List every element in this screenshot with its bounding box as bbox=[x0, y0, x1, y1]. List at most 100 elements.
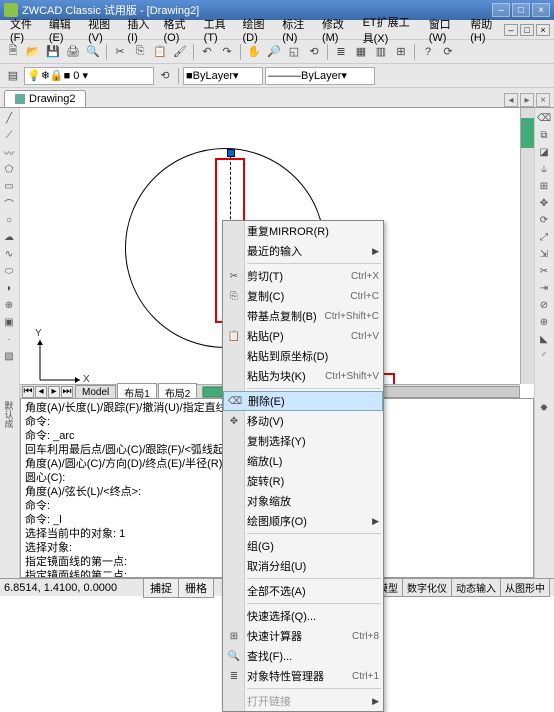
toolpal-icon[interactable]: ▥ bbox=[372, 43, 390, 61]
doc-close-button[interactable]: × bbox=[536, 24, 550, 36]
zoom-win-icon[interactable]: ◱ bbox=[285, 43, 303, 61]
pan-icon[interactable]: ✋ bbox=[245, 43, 263, 61]
erase-icon[interactable]: ⌫ bbox=[536, 110, 552, 126]
tab-right-icon[interactable]: ▸ bbox=[520, 93, 534, 107]
new-icon[interactable]: 🗎 bbox=[4, 43, 22, 61]
paste-icon[interactable]: 📋 bbox=[151, 43, 169, 61]
layer-dropdown[interactable]: 💡❄🔒■ 0 ▾ bbox=[24, 67, 154, 85]
doc-minimize-button[interactable]: – bbox=[504, 24, 518, 36]
menu-format[interactable]: 格式(O) bbox=[157, 14, 197, 46]
context-item[interactable]: 🔍查找(F)... bbox=[223, 646, 383, 666]
break-icon[interactable]: ⊘ bbox=[536, 297, 552, 313]
layout-tab[interactable]: 布局1 bbox=[117, 383, 157, 399]
model-tab[interactable]: Model bbox=[75, 385, 116, 399]
menu-help[interactable]: 帮助(H) bbox=[464, 14, 504, 46]
chamfer-icon[interactable]: ◣ bbox=[536, 331, 552, 347]
trim-icon[interactable]: ✂ bbox=[536, 263, 552, 279]
tablet-toggle[interactable]: 数字化仪 bbox=[402, 578, 452, 597]
rotate-icon[interactable]: ⟳ bbox=[536, 212, 552, 228]
snap-toggle[interactable]: 捕捉 bbox=[143, 578, 179, 598]
undo-icon[interactable]: ↶ bbox=[198, 43, 216, 61]
zoom-rt-icon[interactable]: 🔎 bbox=[265, 43, 283, 61]
fillet-icon[interactable]: ◜ bbox=[536, 348, 552, 364]
tab-left-icon[interactable]: ◂ bbox=[504, 93, 518, 107]
linetype-dropdown[interactable]: ——— ByLayer ▾ bbox=[265, 67, 375, 85]
context-item[interactable]: 取消分组(U) bbox=[223, 556, 383, 576]
context-item[interactable]: 带基点复制(B)Ctrl+Shift+C bbox=[223, 306, 383, 326]
extract-toggle[interactable]: 从图形中 bbox=[500, 578, 550, 597]
xline-icon[interactable]: ⟋ bbox=[1, 127, 17, 143]
move-icon[interactable]: ✥ bbox=[536, 195, 552, 211]
context-item[interactable]: 快速选择(Q)... bbox=[223, 606, 383, 626]
first-tab-icon[interactable]: ⏮ bbox=[22, 386, 34, 398]
context-item[interactable]: ≣对象特性管理器Ctrl+1 bbox=[223, 666, 383, 686]
grip-point[interactable] bbox=[227, 149, 235, 157]
context-item[interactable]: 绘图顺序(O)▶ bbox=[223, 511, 383, 531]
ellipsearc-icon[interactable]: ◗ bbox=[1, 280, 17, 296]
props-icon[interactable]: ≣ bbox=[332, 43, 350, 61]
match-icon[interactable]: 🖌 bbox=[171, 43, 189, 61]
help-icon[interactable]: ? bbox=[419, 43, 437, 61]
close-button[interactable]: × bbox=[532, 3, 550, 17]
scale-icon[interactable]: ⤢ bbox=[536, 229, 552, 245]
copyobj-icon[interactable]: ⧉ bbox=[536, 127, 552, 143]
cut-icon[interactable]: ✂ bbox=[111, 43, 129, 61]
revcloud-icon[interactable]: ☁ bbox=[1, 229, 17, 245]
ref-icon[interactable]: ⟳ bbox=[439, 43, 457, 61]
scroll-thumb[interactable] bbox=[521, 118, 534, 148]
context-item[interactable]: ✂剪切(T)Ctrl+X bbox=[223, 266, 383, 286]
menu-edit[interactable]: 编辑(E) bbox=[43, 14, 82, 46]
designcenter-icon[interactable]: ▦ bbox=[352, 43, 370, 61]
context-item[interactable]: 最近的输入▶ bbox=[223, 241, 383, 261]
context-item[interactable]: 旋转(R) bbox=[223, 471, 383, 491]
line-icon[interactable]: ╱ bbox=[1, 110, 17, 126]
redo-icon[interactable]: ↷ bbox=[218, 43, 236, 61]
calc-icon[interactable]: ⊞ bbox=[392, 43, 410, 61]
save-icon[interactable]: 💾 bbox=[44, 43, 62, 61]
rect-icon[interactable]: ▭ bbox=[1, 178, 17, 194]
context-item[interactable]: 重复MIRROR(R) bbox=[223, 221, 383, 241]
menu-dim[interactable]: 标注(N) bbox=[276, 14, 316, 46]
insert-icon[interactable]: ⊕ bbox=[1, 297, 17, 313]
context-item[interactable]: ⎘复制(C)Ctrl+C bbox=[223, 286, 383, 306]
context-item[interactable]: 对象缩放 bbox=[223, 491, 383, 511]
menu-tools[interactable]: 工具(T) bbox=[198, 14, 237, 46]
spline-icon[interactable]: ∿ bbox=[1, 246, 17, 262]
point-icon[interactable]: · bbox=[1, 331, 17, 347]
open-icon[interactable]: 📂 bbox=[24, 43, 42, 61]
block-icon[interactable]: ▣ bbox=[1, 314, 17, 330]
context-item[interactable]: 组(G) bbox=[223, 536, 383, 556]
doc-restore-button[interactable]: □ bbox=[520, 24, 534, 36]
hatch-icon[interactable]: ▨ bbox=[1, 348, 17, 364]
color-dropdown[interactable]: ■ ByLayer ▾ bbox=[183, 67, 263, 85]
menu-draw[interactable]: 绘图(D) bbox=[236, 14, 276, 46]
preview-icon[interactable]: 🔍 bbox=[84, 43, 102, 61]
pline-icon[interactable]: 〰 bbox=[1, 144, 17, 160]
ellipse-icon[interactable]: ⬭ bbox=[1, 263, 17, 279]
context-item[interactable]: ⊞快速计算器Ctrl+8 bbox=[223, 626, 383, 646]
menu-file[interactable]: 文件(F) bbox=[4, 14, 43, 46]
grid-toggle[interactable]: 栅格 bbox=[178, 578, 214, 598]
last-tab-icon[interactable]: ⏭ bbox=[61, 386, 73, 398]
layer-prev-icon[interactable]: ⟲ bbox=[156, 67, 174, 85]
offset-icon[interactable]: ⫝ bbox=[536, 161, 552, 177]
explode-icon[interactable]: ✸ bbox=[536, 400, 552, 416]
array-icon[interactable]: ⊞ bbox=[536, 178, 552, 194]
doc-tab-active[interactable]: Drawing2 bbox=[4, 90, 86, 107]
menu-window[interactable]: 窗口(W) bbox=[423, 14, 465, 46]
context-item[interactable]: 复制选择(Y) bbox=[223, 431, 383, 451]
context-item[interactable]: ⌫删除(E) bbox=[223, 391, 383, 411]
dyn-toggle[interactable]: 动态输入 bbox=[451, 578, 501, 597]
layout-tab[interactable]: 布局2 bbox=[158, 383, 198, 399]
menu-insert[interactable]: 插入(I) bbox=[121, 14, 157, 46]
arc-icon[interactable]: ⌒ bbox=[1, 195, 17, 211]
mtext-icon[interactable]: 默认成 bbox=[1, 400, 17, 429]
context-item[interactable]: 粘贴为块(K)Ctrl+Shift+V bbox=[223, 366, 383, 386]
vertical-scrollbar[interactable] bbox=[520, 108, 534, 384]
mirror-icon[interactable]: ◪ bbox=[536, 144, 552, 160]
context-item[interactable]: 粘贴到原坐标(D) bbox=[223, 346, 383, 366]
menu-view[interactable]: 视图(V) bbox=[82, 14, 121, 46]
maximize-button[interactable]: □ bbox=[512, 3, 530, 17]
circle-icon[interactable]: ○ bbox=[1, 212, 17, 228]
next-tab-icon[interactable]: ▸ bbox=[48, 386, 60, 398]
